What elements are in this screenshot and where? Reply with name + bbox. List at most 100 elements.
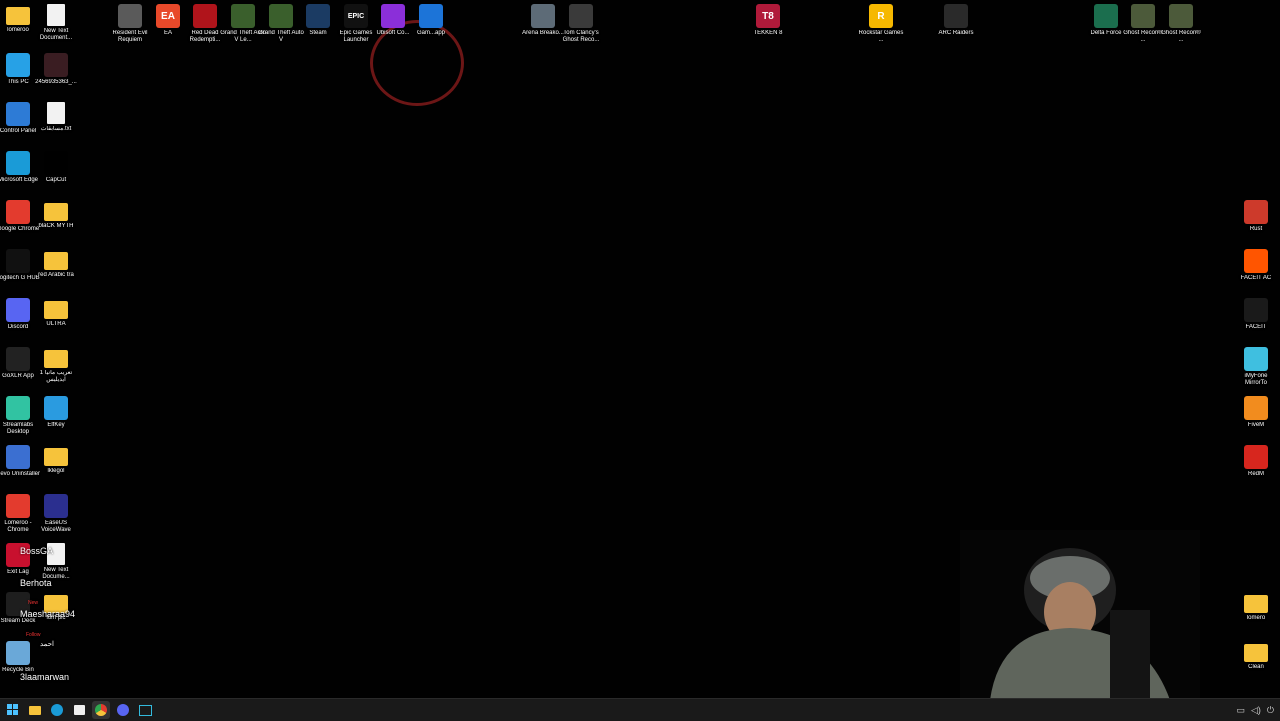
desktop-shortcut[interactable]: Rust [1236,200,1276,233]
folder-icon [44,203,68,221]
shortcut-label: FiveM [1247,422,1265,428]
ea-icon: EA [156,4,180,28]
arc-raiders-icon [944,4,968,28]
shortcut-label: lomero [1246,615,1266,621]
shortcut-label: Tom Clancy's Ghost Reco... [562,30,600,43]
chrome-icon [6,494,30,518]
folder-icon [1244,644,1268,662]
taskbar: ▭ ◁) ⏻ [0,698,1280,721]
desktop-shortcut[interactable]: Arena Breako... [522,4,564,37]
desktop-shortcut[interactable]: iMyFone MirrorTo [1236,347,1276,387]
desktop-shortcut[interactable]: New Text Document... [36,4,76,42]
webcam-overlay [960,530,1200,700]
desktop-shortcut[interactable]: Grand Theft Auto V [258,4,304,44]
desktop-shortcut[interactable]: Recycle Bin [0,641,38,674]
edge-icon [6,151,30,175]
epic-games-icon: EPIC [344,4,368,28]
shortcut-label: CapCut [45,177,67,183]
goxlr-icon [6,347,30,371]
overlay-follow-tag-1: New [28,600,39,606]
desktop-shortcut[interactable]: Grand Theft Auto V Le... [220,4,266,44]
revo-icon [6,445,30,469]
recycle-bin-icon [6,641,30,665]
desktop-shortcut[interactable]: FACEIT [1236,298,1276,331]
network-icon[interactable]: ▭ [1236,705,1245,716]
resident-evil-icon [118,4,142,28]
discord-icon[interactable] [114,701,132,719]
overlay-name-3: Maesharaa94 [20,609,76,619]
desktop-shortcut[interactable]: EPIC Epic Games Launcher [336,4,376,44]
delta-force-icon [1094,4,1118,28]
steam-icon [306,4,330,28]
desktop-shortcut[interactable]: ARC Raiders [936,4,976,37]
fivem-icon [1244,396,1268,420]
desktop-shortcut[interactable]: Streamlabs Desktop [0,396,38,436]
arena-breakout-icon [531,4,555,28]
shortcut-label: Gam...app [416,30,445,36]
file-explorer-icon[interactable] [26,701,44,719]
desktop-shortcut[interactable]: R Rockstar Games ... [858,4,904,44]
text-document-icon [47,102,65,124]
desktop-shortcut[interactable]: T8 TEKKEN 8 [748,4,788,37]
goxlr-icon[interactable] [136,701,154,719]
store-icon[interactable] [70,701,88,719]
desktop-shortcut[interactable]: FACEIT AC [1236,249,1276,282]
chrome-icon[interactable] [92,701,110,719]
gta-icon [269,4,293,28]
desktop-shortcut[interactable]: 2456935363_... [35,53,77,86]
redm-icon [1244,445,1268,469]
desktop-shortcut[interactable]: Red Dead Redempti... [185,4,225,44]
desktop-shortcut[interactable]: CapCut [36,151,76,184]
imyfone-icon [1244,347,1268,371]
desktop-shortcut[interactable]: FiveM [1236,396,1276,429]
system-tray: ▭ ◁) ⏻ [1236,699,1274,721]
windows-start-icon[interactable] [4,701,22,719]
desktop-shortcut[interactable]: RedM [1236,445,1276,478]
overlay-name-4: احمد [40,641,54,648]
image-file-icon [44,53,68,77]
shortcut-label: Clean [1248,664,1264,670]
desktop-shortcut[interactable]: Ghost Recon® ... [1161,4,1201,44]
shortcut-label: ARC Raiders [938,30,974,36]
chrome-icon [6,200,30,224]
power-icon[interactable]: ⏻ [1267,705,1274,716]
ghost-recon-icon [569,4,593,28]
desktop-shortcut[interactable]: lklegol [36,445,76,475]
elfkey-icon [44,396,68,420]
ghost-recon-icon [1169,4,1193,28]
overlay-name-5: 3laamarwan [20,672,70,682]
shortcut-label: New Text Document... [39,28,73,41]
ghost-recon-icon [1131,4,1155,28]
desktop-shortcut[interactable]: تعريب مانيا 1 ايديليس [36,347,76,384]
desktop-shortcut[interactable]: lomero [1236,592,1276,622]
overlay-name-1: BossGA [20,546,54,556]
faceit-ac-icon [1244,249,1268,273]
volume-icon[interactable]: ◁) [1251,705,1261,716]
edge-icon[interactable] [48,701,66,719]
desktop-shortcut[interactable]: مسابقات.txt [36,102,76,133]
overlay-name-2: Berhota [20,578,52,588]
desktop-shortcut[interactable]: Gam...app [411,4,451,37]
desktop-shortcut[interactable]: Steam [298,4,338,37]
shortcut-label: Rockstar Games ... [858,30,904,43]
shortcut-label: FACEIT [1245,324,1267,330]
easeus-icon [44,494,68,518]
desktop-shortcut[interactable]: blaCK MYTH [36,200,76,230]
desktop-shortcut[interactable]: EaseUS VoiceWave [36,494,76,534]
logitech-icon [6,249,30,273]
desktop-shortcut[interactable]: Tom Clancy's Ghost Reco... [561,4,601,44]
faceit-icon [1244,298,1268,322]
desktop-shortcut[interactable]: Resident Evil Requiem [110,4,150,44]
desktop-shortcut[interactable]: red Arabic tra [36,249,76,279]
shortcut-label: FACEIT AC [1240,275,1272,281]
shortcut-label: ULTRA [46,321,66,327]
shortcut-label: Rust [1249,226,1263,232]
control-panel-icon [6,102,30,126]
shortcut-label: ElfKey [47,422,65,428]
desktop-shortcut[interactable]: Ubisoft Co... [373,4,413,37]
desktop-shortcut[interactable]: Ghost Recon® ... [1123,4,1163,44]
desktop-shortcut[interactable]: Clean [1236,641,1276,671]
desktop-shortcut[interactable]: ElfKey [36,396,76,429]
desktop-shortcut[interactable]: ULTRA [36,298,76,328]
ubisoft-icon [381,4,405,28]
